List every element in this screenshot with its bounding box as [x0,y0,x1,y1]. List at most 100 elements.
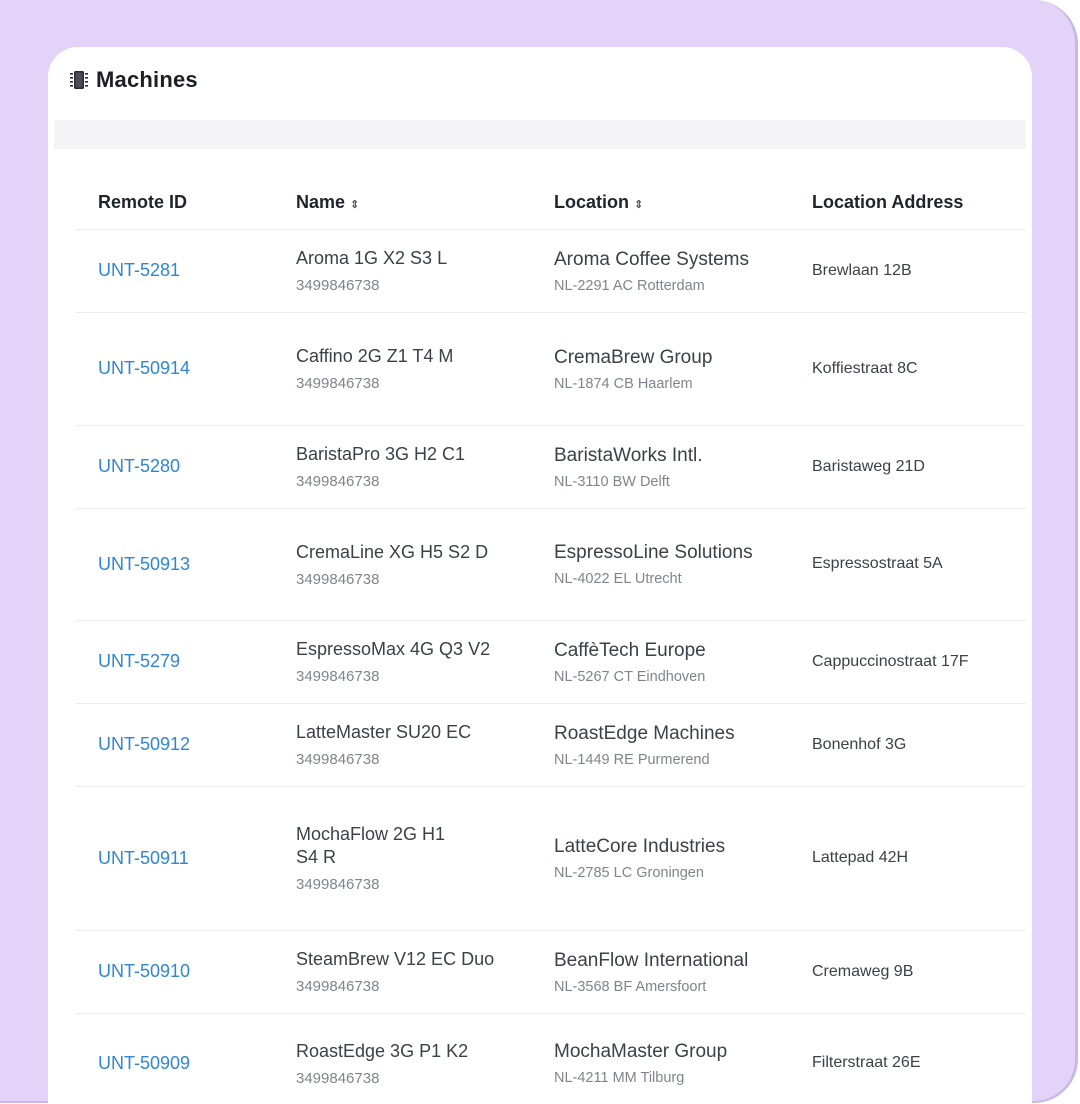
location-address: Brewlaan 12B [812,261,912,279]
remote-id-link[interactable]: UNT-50909 [98,1053,190,1073]
location-postal: NL-2291 AC Rotterdam [554,277,705,294]
machines-card: Machines Remote ID Name ⇕ Location ⇕ Locat… [48,47,1032,1104]
name-cell: MochaFlow 2G H1 S4 R 3499846738 [274,785,532,930]
location-address: Espressostraat 5A [812,555,943,572]
card-header: Machines [48,47,1032,113]
location-cell: Aroma Coffee Systems NL-2291 AC Rotterdam [532,228,790,312]
address-cell: Bonenhof 3G [790,702,1026,786]
remote-id-link[interactable]: UNT-5280 [98,456,180,476]
location-address: Koffiestraat 8C [812,359,918,377]
location-address: Lattepad 42H [812,849,909,866]
column-label: Location [554,192,629,213]
location-name: RoastEdge Machines [554,722,735,744]
location-address: Baristaweg 21D [812,457,925,475]
column-header-name[interactable]: Name ⇕ [274,177,532,229]
location-name: CaffèTech Europe [554,639,706,661]
machine-name: Caffino 2G Z1 T4 M [296,346,454,366]
sort-icon[interactable]: ⇕ [634,199,643,211]
remote-id-link[interactable]: UNT-5281 [98,260,180,280]
machine-serial: 3499846738 [296,751,380,768]
column-header-location[interactable]: Location ⇕ [532,177,790,229]
location-postal: NL-2785 LC Groningen [554,865,704,881]
machine-name: MochaFlow 2G H1 S4 R [296,824,446,867]
location-cell: LatteCore Industries NL-2785 LC Groningen [532,785,790,930]
table-row[interactable]: UNT-50911 MochaFlow 2G H1 S4 R 3499846738 L… [76,785,1026,930]
location-name: LatteCore Industries [554,836,726,857]
remote-id-cell: UNT-50910 [76,929,274,1013]
address-cell: Baristaweg 21D [790,424,1026,508]
table-row[interactable]: UNT-50912 LatteMaster SU20 EC 3499846738 Ro… [76,702,1026,786]
location-postal: NL-3568 BF Amersfoort [554,978,707,995]
location-cell: EspressoLine Solutions NL-4022 EL Utrecht [532,507,790,620]
location-name: CremaBrew Group [554,346,713,368]
machine-name: SteamBrew V12 EC Duo [296,949,495,969]
table-row[interactable]: UNT-5280 BaristaPro 3G H2 C1 3499846738 Bar… [76,424,1026,508]
name-cell: Caffino 2G Z1 T4 M 3499846738 [274,311,532,425]
machine-serial: 3499846738 [296,876,380,893]
location-cell: BeanFlow International NL-3568 BF Amersfo… [532,929,790,1013]
machine-serial: 3499846738 [296,473,380,490]
location-postal: NL-1874 CB Haarlem [554,375,693,392]
location-postal: NL-1449 RE Purmerend [554,751,710,768]
machine-name: RoastEdge 3G P1 K2 [296,1040,469,1061]
location-postal: NL-3110 BW Delft [554,473,670,490]
address-cell: Filterstraat 26E [790,1012,1026,1104]
remote-id-link[interactable]: UNT-50911 [98,848,189,868]
column-header-remote-id: Remote ID [76,177,274,229]
location-cell: RoastEdge Machines NL-1449 RE Purmerend [532,702,790,786]
remote-id-cell: UNT-5281 [76,228,274,312]
remote-id-cell: UNT-5279 [76,619,274,703]
location-address: Cremaweg 9B [812,962,914,980]
location-postal: NL-4211 MM Tilburg [554,1070,685,1087]
table-row[interactable]: UNT-5279 EspressoMax 4G Q3 V2 3499846738 Ca… [76,619,1026,703]
location-address: Cappuccinostraat 17F [812,652,969,670]
address-cell: Cremaweg 9B [790,929,1026,1013]
remote-id-cell: UNT-50911 [76,785,274,930]
remote-id-link[interactable]: UNT-5279 [98,651,180,671]
name-cell: RoastEdge 3G P1 K2 3499846738 [274,1012,532,1104]
table-row[interactable]: UNT-50909 RoastEdge 3G P1 K2 3499846738 Moc… [76,1012,1026,1104]
location-cell: CremaBrew Group NL-1874 CB Haarlem [532,311,790,425]
address-cell: Espressostraat 5A [790,507,1026,620]
name-cell: BaristaPro 3G H2 C1 3499846738 [274,424,532,508]
remote-id-cell: UNT-50912 [76,702,274,786]
machine-name: EspressoMax 4G Q3 V2 [296,639,491,659]
machine-name: Aroma 1G X2 S3 L [296,248,448,268]
location-address: Bonenhof 3G [812,735,907,753]
filter-bar [54,120,1026,149]
location-cell: BaristaWorks Intl. NL-3110 BW Delft [532,424,790,508]
machine-serial: 3499846738 [296,668,380,685]
remote-id-cell: UNT-50913 [76,507,274,620]
remote-id-cell: UNT-5280 [76,424,274,508]
machines-table: Remote ID Name ⇕ Location ⇕ Location Addre… [76,177,1026,1104]
column-label: Location Address [812,192,964,213]
name-cell: Aroma 1G X2 S3 L 3499846738 [274,228,532,312]
location-cell: MochaMaster Group NL-4211 MM Tilburg [532,1012,790,1104]
name-cell: LatteMaster SU20 EC 3499846738 [274,702,532,786]
column-label: Remote ID [98,192,188,213]
table-row[interactable]: UNT-5281 Aroma 1G X2 S3 L 3499846738 Aroma … [76,228,1026,312]
name-cell: EspressoMax 4G Q3 V2 3499846738 [274,619,532,703]
page-title: Machines [96,67,198,92]
address-cell: Cappuccinostraat 17F [790,619,1026,703]
sort-icon[interactable]: ⇕ [350,199,359,211]
remote-id-cell: UNT-50909 [76,1012,274,1104]
table-header-row: Remote ID Name ⇕ Location ⇕ Location Addre… [76,177,1026,229]
machine-serial: 3499846738 [296,570,380,588]
remote-id-link[interactable]: UNT-50910 [98,961,190,981]
location-postal: NL-4022 EL Utrecht [554,571,682,587]
table-row[interactable]: UNT-50913 CremaLine XG H5 S2 D 3499846738 E… [76,507,1026,620]
table-row[interactable]: UNT-50914 Caffino 2G Z1 T4 M 3499846738 Cre… [76,311,1026,425]
name-cell: CremaLine XG H5 S2 D 3499846738 [274,507,532,620]
remote-id-link[interactable]: UNT-50912 [98,734,190,754]
chip-icon [70,71,88,89]
address-cell: Koffiestraat 8C [790,311,1026,425]
column-header-location-address: Location Address [790,177,1026,229]
machine-name: BaristaPro 3G H2 C1 [296,444,466,464]
machine-serial: 3499846738 [296,978,380,995]
location-name: BeanFlow International [554,949,749,971]
remote-id-link[interactable]: UNT-50914 [98,358,190,378]
location-name: MochaMaster Group [554,1041,728,1063]
table-row[interactable]: UNT-50910 SteamBrew V12 EC Duo 3499846738 B… [76,929,1026,1013]
remote-id-link[interactable]: UNT-50913 [98,554,190,574]
